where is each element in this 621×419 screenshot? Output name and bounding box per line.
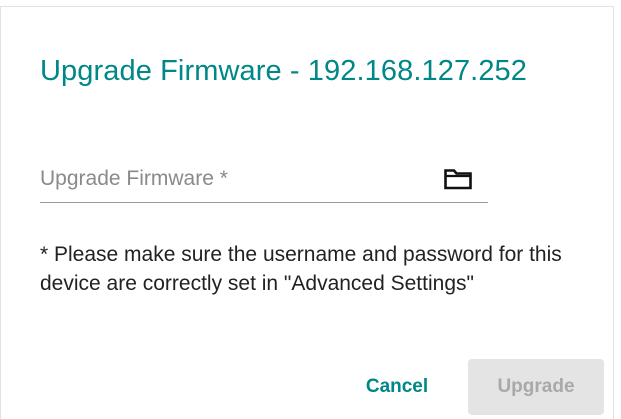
folder-icon[interactable] (442, 166, 474, 192)
dialog-title: Upgrade Firmware - 192.168.127.252 (40, 55, 528, 87)
credentials-note: * Please make sure the username and pass… (40, 243, 562, 295)
upgrade-button[interactable]: Upgrade (468, 359, 604, 415)
firmware-file-field[interactable] (40, 157, 488, 203)
page: Upgrade Firmware - 192.168.127.252 * Ple… (0, 0, 621, 419)
firmware-file-input[interactable] (40, 157, 430, 201)
cancel-button[interactable]: Cancel (345, 361, 449, 413)
folder-icon-graphic (444, 169, 472, 190)
upgrade-firmware-dialog: Upgrade Firmware - 192.168.127.252 * Ple… (0, 6, 614, 419)
